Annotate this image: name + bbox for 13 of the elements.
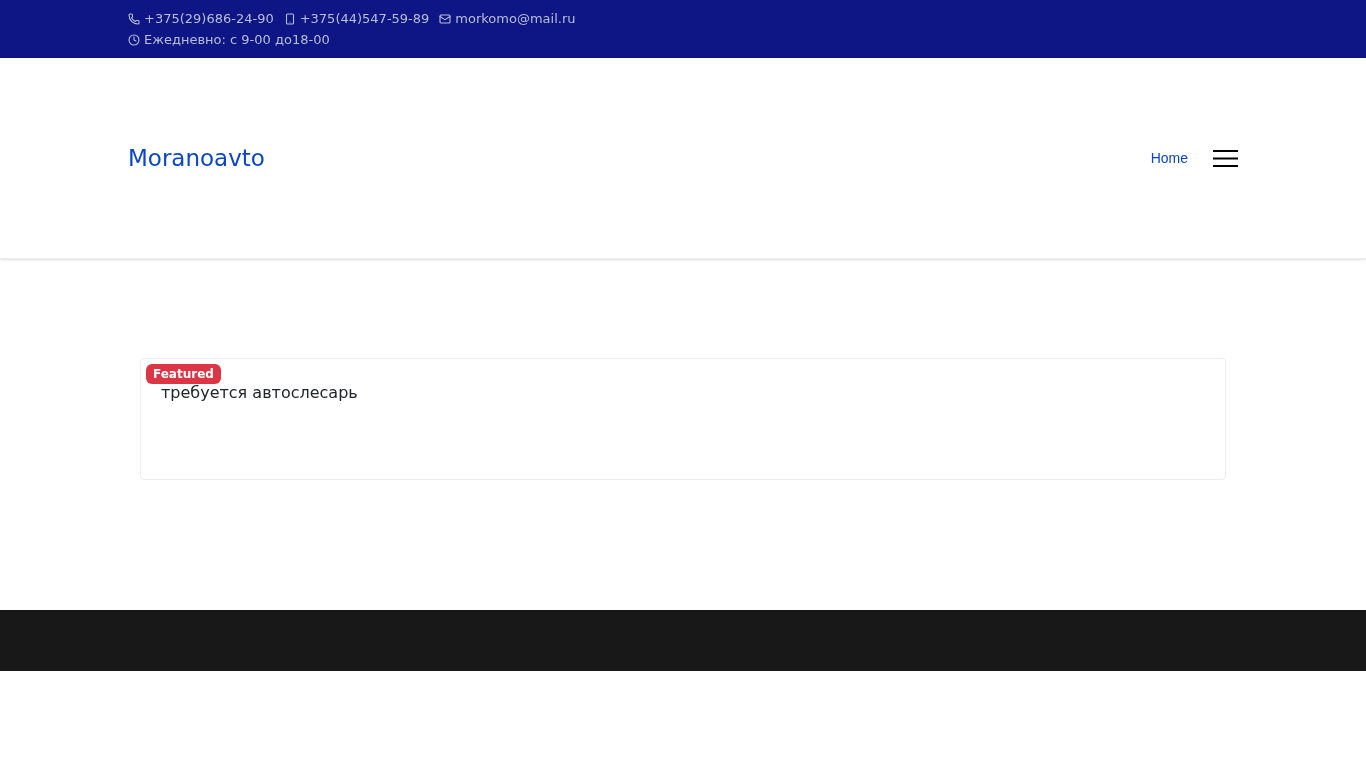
post-title[interactable]: требуется автослесарь bbox=[161, 383, 358, 402]
clock-icon bbox=[128, 34, 140, 46]
featured-label: Featured bbox=[146, 364, 221, 384]
contact-text: +375(44)547-59-89 bbox=[299, 10, 430, 28]
contact-text: Ежедневно: с 9-00 до18-00 bbox=[144, 31, 330, 49]
menu-icon[interactable] bbox=[1213, 149, 1238, 167]
phone-icon bbox=[128, 13, 140, 25]
site-logo[interactable]: Moranoavto bbox=[128, 140, 265, 176]
contact-text: +375(29)686-24-90 bbox=[144, 10, 274, 28]
mobile-phone-icon bbox=[283, 13, 296, 25]
nav-link[interactable]: Home bbox=[1150, 147, 1188, 169]
mail-icon bbox=[439, 13, 452, 25]
contact-text: morkomo@mail.ru bbox=[455, 10, 576, 28]
